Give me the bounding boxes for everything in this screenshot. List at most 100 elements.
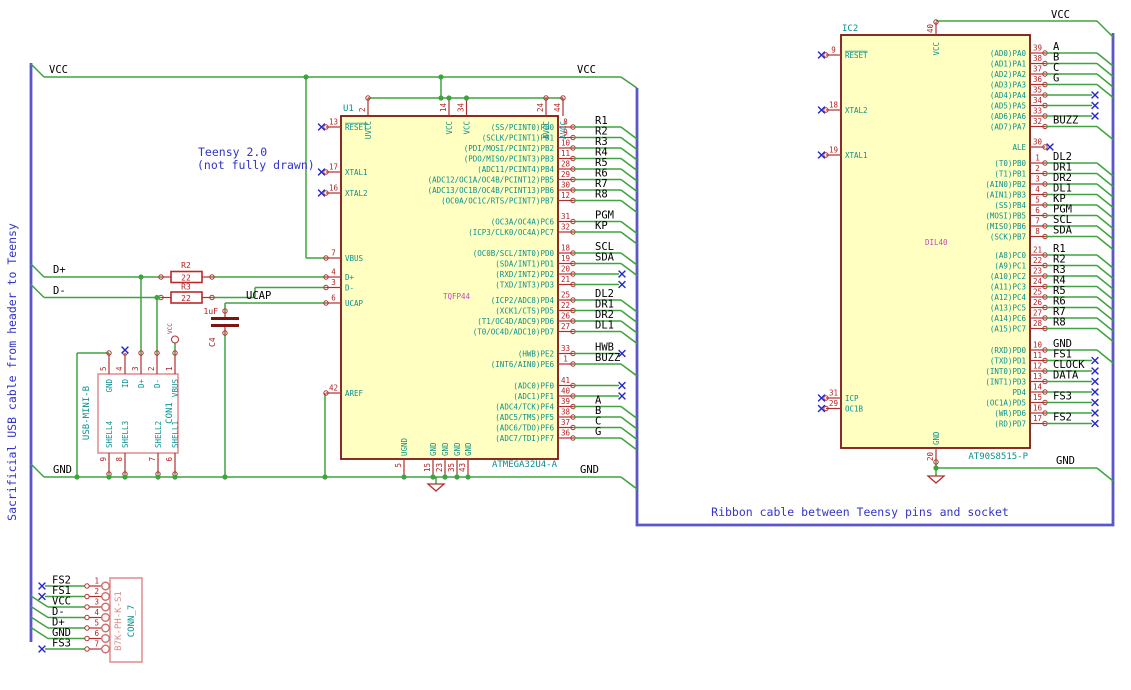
u1-pin-name: XTAL2 — [345, 189, 368, 198]
net-label-r8[interactable]: R8 — [1053, 317, 1066, 329]
ic2-pin-number: 19 — [829, 146, 838, 155]
junction-dot — [138, 274, 144, 280]
u1-part[interactable]: ATMEGA32U4-A — [492, 460, 558, 470]
net-label-fs3[interactable]: FS3 — [52, 638, 71, 650]
ic2-pin-name: (AD3)PA3 — [990, 80, 1026, 89]
u1-pin-name: (ADC4/TCK)PF4 — [495, 402, 554, 411]
ic2-pin-name: (AIN1)PB3 — [985, 190, 1026, 199]
con1-pin-name: SHELL3 — [121, 421, 130, 448]
net-label-gnd-ic2[interactable]: GND — [1056, 455, 1075, 467]
junction-dot — [154, 294, 160, 301]
u1-pin-number: 22 — [561, 301, 570, 310]
usb-cable-note[interactable]: Sacrificial USB cable from header to Tee… — [5, 223, 19, 521]
c4-value[interactable]: 1uF — [204, 307, 219, 316]
net-label-gnd-u1[interactable]: GND — [580, 464, 599, 476]
net-label-g[interactable]: G — [595, 426, 601, 438]
u1-pin-number: 20 — [561, 265, 571, 274]
net-label-vcc-left[interactable]: VCC — [49, 64, 68, 76]
u1-pin-name: UCAP — [345, 299, 364, 308]
net-label-g[interactable]: G — [1053, 73, 1059, 85]
ic2-pin-number: 33 — [1033, 107, 1042, 116]
con1-pin-name: SHELL2 — [154, 421, 163, 448]
u1-pin-number: 34 — [457, 102, 466, 112]
u1-pin-name: (OC0A/OC1C/RTS/PCINT7)PB7 — [441, 196, 554, 205]
ic2-ref[interactable]: IC2 — [842, 24, 858, 34]
u1-pin-number: 35 — [447, 463, 456, 472]
junction-dot — [172, 474, 178, 480]
no-connect-icon — [38, 582, 46, 590]
net-label-vcc-u1[interactable]: VCC — [577, 64, 596, 76]
ic2-pin-name: (A8)PC0 — [994, 251, 1026, 260]
ribbon-cable-note[interactable]: Ribbon cable between Teensy pins and soc… — [711, 505, 1009, 519]
u1-pin-name: UGND — [400, 437, 409, 456]
net-label-buzz[interactable]: BUZZ — [595, 352, 620, 364]
ic2-pin-number: 29 — [829, 399, 838, 408]
vcc-power-symbol-label[interactable]: VCC — [167, 323, 174, 334]
conn7-pin-number: 1 — [94, 577, 99, 586]
u1-pin-name: (RXD/INT2)PD2 — [495, 270, 554, 279]
no-connect-icon — [1091, 409, 1099, 417]
bus-entry — [1096, 204, 1114, 219]
con1-pin-name: D+ — [137, 379, 146, 389]
junction-dot — [74, 474, 80, 480]
u1-ref[interactable]: U1 — [343, 104, 354, 114]
net-label-buzz[interactable]: BUZZ — [1053, 115, 1078, 127]
teensy-note-line1[interactable]: Teensy 2.0 — [198, 145, 267, 159]
net-label-sda[interactable]: SDA — [1053, 225, 1073, 237]
u1-pin-name: D+ — [345, 273, 355, 282]
ic2-pin-name: (A15)PC7 — [990, 324, 1026, 333]
net-label-data[interactable]: DATA — [1053, 370, 1079, 382]
conn7-part[interactable]: B7K-PH-K-S1 — [114, 591, 124, 651]
net-label-ucap[interactable]: UCAP — [246, 290, 271, 302]
bus-entry — [620, 126, 638, 140]
conn7-ref[interactable]: CONN_7 — [127, 605, 137, 638]
u1-pin-name: VCC — [463, 121, 472, 135]
ic2-pin-number: 37 — [1033, 65, 1042, 74]
net-label-fs2[interactable]: FS2 — [1053, 412, 1072, 424]
net-label-vcc-ic2[interactable]: VCC — [1051, 9, 1070, 21]
u1-footprint[interactable]: TQFP44 — [443, 292, 471, 301]
bus-entry — [1096, 264, 1114, 280]
ic2-pin-number: 14 — [1033, 383, 1043, 392]
ic2-pin-number: 35 — [1033, 86, 1042, 95]
no-connect-icon — [1091, 356, 1099, 365]
no-connect-icon — [618, 270, 626, 278]
ic2-pin-number: 8 — [1035, 227, 1040, 236]
ic2-footprint[interactable]: DIL40 — [925, 238, 948, 247]
r3-ref[interactable]: R3 — [181, 283, 191, 292]
wire-segment — [1096, 20, 1114, 38]
ic2-pin-number: 27 — [1033, 309, 1042, 318]
con1-pin-name: D- — [153, 379, 162, 388]
u1-pin-number: 13 — [329, 118, 338, 127]
ic2-pin-number: 2 — [1035, 164, 1040, 173]
u1-pin-number: 23 — [435, 463, 444, 472]
net-label-r8[interactable]: R8 — [595, 189, 608, 201]
wire-segment — [30, 63, 45, 78]
r3-value[interactable]: 22 — [181, 294, 191, 303]
r2-value[interactable]: 22 — [181, 274, 191, 283]
teensy-note-line2[interactable]: (not fully drawn) — [197, 158, 315, 172]
ic2-pin-name: (TXD)PD1 — [990, 356, 1026, 365]
net-label-dl1[interactable]: DL1 — [595, 320, 614, 332]
con1-ref[interactable]: CON1 — [165, 402, 175, 424]
ic2-part[interactable]: AT90S8515-P — [968, 452, 1028, 462]
net-label-fs3[interactable]: FS3 — [1053, 391, 1072, 403]
u1-pin-number: 3 — [331, 278, 336, 287]
bus-entry — [1096, 349, 1114, 364]
net-label-dplus[interactable]: D+ — [53, 264, 66, 276]
conn7-pad — [100, 634, 110, 644]
u1-pin-name: (T1/OC4D/ADC9)PD6 — [477, 317, 554, 326]
ic2-pin-number: 24 — [1033, 277, 1043, 286]
r2-ref[interactable]: R2 — [181, 261, 191, 270]
c4-ref[interactable]: C4 — [208, 337, 217, 347]
u1-pin-name: (HWB)PE2 — [518, 349, 554, 358]
net-label-dminus[interactable]: D- — [53, 285, 66, 297]
net-label-gnd-left[interactable]: GND — [53, 464, 72, 476]
net-label-sda[interactable]: SDA — [595, 252, 615, 264]
ic2-pin-name: (AIN0)PB2 — [985, 180, 1026, 189]
u1-pin-name: (TXD/INT3)PD3 — [495, 280, 554, 289]
bus-entry — [1096, 62, 1114, 78]
no-connect-icon — [121, 346, 129, 354]
con1-part[interactable]: USB-MINI-B — [82, 386, 92, 440]
net-label-kp[interactable]: KP — [595, 220, 608, 232]
